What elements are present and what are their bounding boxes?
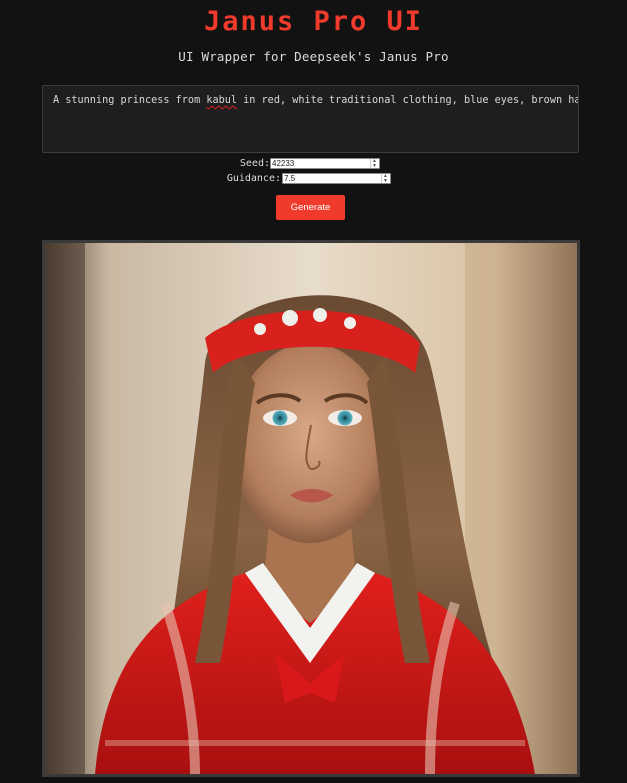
prompt-text-after: in red, white traditional clothing, blue… xyxy=(237,95,579,106)
seed-input[interactable]: 42233 ▲ ▼ xyxy=(270,158,380,169)
generated-image xyxy=(42,240,580,777)
portrait-illustration xyxy=(45,243,577,774)
prompt-misspelled-word: kabul xyxy=(206,95,238,106)
seed-spinner-icon[interactable]: ▲ ▼ xyxy=(370,159,378,168)
seed-value: 42233 xyxy=(272,159,295,168)
guidance-input[interactable]: 7.5 ▲ ▼ xyxy=(282,173,391,184)
guidance-spinner-icon[interactable]: ▲ ▼ xyxy=(381,174,389,183)
prompt-textarea[interactable]: A stunning princess from kabul in red, w… xyxy=(42,85,579,153)
prompt-text-before: A stunning princess from xyxy=(53,95,207,106)
guidance-label: Guidance: xyxy=(226,173,281,184)
guidance-row: Guidance: 7.5 ▲ ▼ xyxy=(0,173,627,185)
app-subtitle: UI Wrapper for Deepseek's Janus Pro xyxy=(178,49,449,64)
guidance-value: 7.5 xyxy=(284,174,296,183)
seed-row: Seed: 42233 ▲ ▼ xyxy=(0,158,627,170)
seed-label: Seed: xyxy=(239,158,270,169)
app-title: Janus Pro UI xyxy=(203,6,424,37)
generate-button[interactable]: Generate xyxy=(276,195,345,220)
